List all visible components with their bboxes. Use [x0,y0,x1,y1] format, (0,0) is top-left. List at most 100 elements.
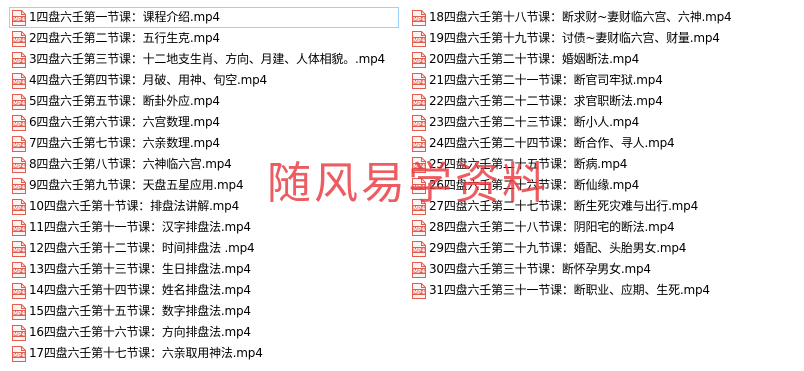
file-item[interactable]: MP4 10四盘六壬第十节课：排盘法讲解.mp4 [9,196,399,217]
file-name: 9四盘六壬第九节课：天盘五星应用.mp4 [29,178,244,192]
svg-text:MP4: MP4 [13,206,26,212]
file-name: 8四盘六壬第八节课：六神临六宫.mp4 [29,157,232,171]
svg-text:MP4: MP4 [413,38,426,44]
file-item[interactable]: MP4 27四盘六壬第二十七节课：断生死灾难与出行.mp4 [409,196,799,217]
mp4-file-icon: MP4 [12,93,26,110]
file-item[interactable]: MP4 17四盘六壬第十七节课：六亲取用神法.mp4 [9,343,399,364]
svg-text:MP4: MP4 [413,80,426,86]
file-item[interactable]: MP4 6四盘六壬第六节课：六宫数理.mp4 [9,112,399,133]
file-item[interactable]: MP4 29四盘六壬第二十九节课：婚配、头胎男女.mp4 [409,238,799,259]
file-item[interactable]: MP4 8四盘六壬第八节课：六神临六宫.mp4 [9,154,399,175]
svg-text:MP4: MP4 [413,17,426,23]
svg-text:MP4: MP4 [13,80,26,86]
file-name: 15四盘六壬第十五节课：数字排盘法.mp4 [29,304,251,318]
file-name: 24四盘六壬第二十四节课：断合作、寻人.mp4 [429,136,675,150]
svg-text:MP4: MP4 [13,353,26,359]
svg-text:MP4: MP4 [413,227,426,233]
svg-text:MP4: MP4 [13,143,26,149]
svg-text:MP4: MP4 [413,206,426,212]
mp4-file-icon: MP4 [12,240,26,257]
svg-text:MP4: MP4 [413,59,426,65]
svg-text:MP4: MP4 [13,17,26,23]
file-column-left: MP4 1四盘六壬第一节课：课程介绍.mp4 MP4 2四盘六壬第二节课：五行生克.m… [9,7,399,364]
file-item[interactable]: MP4 13四盘六壬第十三节课：生日排盘法.mp4 [9,259,399,280]
file-item[interactable]: MP4 28四盘六壬第二十八节课：阴阳宅的断法.mp4 [409,217,799,238]
svg-text:MP4: MP4 [13,269,26,275]
mp4-file-icon: MP4 [412,114,426,131]
file-item[interactable]: MP4 5四盘六壬第五节课：断卦外应.mp4 [9,91,399,112]
file-name: 29四盘六壬第二十九节课：婚配、头胎男女.mp4 [429,241,687,255]
file-item[interactable]: MP4 4四盘六壬第四节课：月破、用神、旬空.mp4 [9,70,399,91]
svg-text:MP4: MP4 [413,164,426,170]
file-item[interactable]: MP4 21四盘六壬第二十一节课：断官司牢狱.mp4 [409,70,799,91]
mp4-file-icon: MP4 [12,72,26,89]
file-name: 13四盘六壬第十三节课：生日排盘法.mp4 [29,262,251,276]
file-item[interactable]: MP4 16四盘六壬第十六节课：方向排盘法.mp4 [9,322,399,343]
file-item[interactable]: MP4 20四盘六壬第二十节课：婚姻断法.mp4 [409,49,799,70]
mp4-file-icon: MP4 [12,9,26,26]
file-item[interactable]: MP4 2四盘六壬第二节课：五行生克.mp4 [9,28,399,49]
file-name: 2四盘六壬第二节课：五行生克.mp4 [29,31,220,45]
file-name: 12四盘六壬第十二节课：时间排盘法 .mp4 [29,241,255,255]
mp4-file-icon: MP4 [12,303,26,320]
mp4-file-icon: MP4 [12,345,26,362]
file-item[interactable]: MP4 26四盘六壬第二十六节课：断仙缘.mp4 [409,175,799,196]
file-item[interactable]: MP4 7四盘六壬第七节课：六亲数理.mp4 [9,133,399,154]
svg-text:MP4: MP4 [13,164,26,170]
file-name: 5四盘六壬第五节课：断卦外应.mp4 [29,94,220,108]
file-name: 6四盘六壬第六节课：六宫数理.mp4 [29,115,220,129]
mp4-file-icon: MP4 [12,114,26,131]
file-name: 25四盘六壬第二十五节课：断病.mp4 [429,157,628,171]
mp4-file-icon: MP4 [412,156,426,173]
mp4-file-icon: MP4 [12,135,26,152]
mp4-file-icon: MP4 [412,51,426,68]
file-item[interactable]: MP4 22四盘六壬第二十二节课：求官职断法.mp4 [409,91,799,112]
file-item[interactable]: MP4 30四盘六壬第三十节课：断怀孕男女.mp4 [409,259,799,280]
file-item[interactable]: MP4 15四盘六壬第十五节课：数字排盘法.mp4 [9,301,399,322]
file-name: 27四盘六壬第二十七节课：断生死灾难与出行.mp4 [429,199,699,213]
file-name: 7四盘六壬第七节课：六亲数理.mp4 [29,136,220,150]
file-item[interactable]: MP4 24四盘六壬第二十四节课：断合作、寻人.mp4 [409,133,799,154]
svg-text:MP4: MP4 [413,269,426,275]
file-item[interactable]: MP4 3四盘六壬第三节课：十二地支生肖、方向、月建、人体相貌。.mp4 [9,49,399,70]
mp4-file-icon: MP4 [12,51,26,68]
svg-text:MP4: MP4 [413,290,426,296]
file-item[interactable]: MP4 12四盘六壬第十二节课：时间排盘法 .mp4 [9,238,399,259]
file-item[interactable]: MP4 25四盘六壬第二十五节课：断病.mp4 [409,154,799,175]
svg-text:MP4: MP4 [13,185,26,191]
mp4-file-icon: MP4 [12,282,26,299]
svg-text:MP4: MP4 [13,332,26,338]
file-item[interactable]: MP4 18四盘六壬第十八节课：断求财~妻财临六宫、六神.mp4 [409,7,799,28]
mp4-file-icon: MP4 [412,93,426,110]
file-name: 23四盘六壬第二十三节课：断小人.mp4 [429,115,640,129]
svg-text:MP4: MP4 [13,38,26,44]
file-name: 20四盘六壬第二十节课：婚姻断法.mp4 [429,52,640,66]
file-name: 3四盘六壬第三节课：十二地支生肖、方向、月建、人体相貌。.mp4 [29,52,385,66]
svg-text:MP4: MP4 [413,101,426,107]
file-item[interactable]: MP4 31四盘六壬第三十一节课：断职业、应期、生死.mp4 [409,280,799,301]
file-name: 30四盘六壬第三十节课：断怀孕男女.mp4 [429,262,651,276]
file-item[interactable]: MP4 1四盘六壬第一节课：课程介绍.mp4 [9,7,399,28]
mp4-file-icon: MP4 [412,240,426,257]
mp4-file-icon: MP4 [12,30,26,47]
file-item[interactable]: MP4 23四盘六壬第二十三节课：断小人.mp4 [409,112,799,133]
file-item[interactable]: MP4 14四盘六壬第十四节课：姓名排盘法.mp4 [9,280,399,301]
mp4-file-icon: MP4 [12,219,26,236]
mp4-file-icon: MP4 [412,30,426,47]
mp4-file-icon: MP4 [12,156,26,173]
file-list: MP4 1四盘六壬第一节课：课程介绍.mp4 MP4 2四盘六壬第二节课：五行生克.m… [0,7,804,371]
mp4-file-icon: MP4 [412,135,426,152]
file-column-right: MP4 18四盘六壬第十八节课：断求财~妻财临六宫、六神.mp4 MP4 19四盘六壬… [409,7,799,301]
file-name: 18四盘六壬第十八节课：断求财~妻财临六宫、六神.mp4 [429,10,732,24]
file-item[interactable]: MP4 9四盘六壬第九节课：天盘五星应用.mp4 [9,175,399,196]
mp4-file-icon: MP4 [412,177,426,194]
svg-text:MP4: MP4 [13,101,26,107]
file-name: 11四盘六壬第十一节课：汉字排盘法.mp4 [29,220,251,234]
file-name: 17四盘六壬第十七节课：六亲取用神法.mp4 [29,346,263,360]
file-item[interactable]: MP4 11四盘六壬第十一节课：汉字排盘法.mp4 [9,217,399,238]
mp4-file-icon: MP4 [412,282,426,299]
file-name: 4四盘六壬第四节课：月破、用神、旬空.mp4 [29,73,267,87]
file-item[interactable]: MP4 19四盘六壬第十九节课：讨债~妻财临六宫、财量.mp4 [409,28,799,49]
mp4-file-icon: MP4 [12,198,26,215]
mp4-file-icon: MP4 [412,9,426,26]
